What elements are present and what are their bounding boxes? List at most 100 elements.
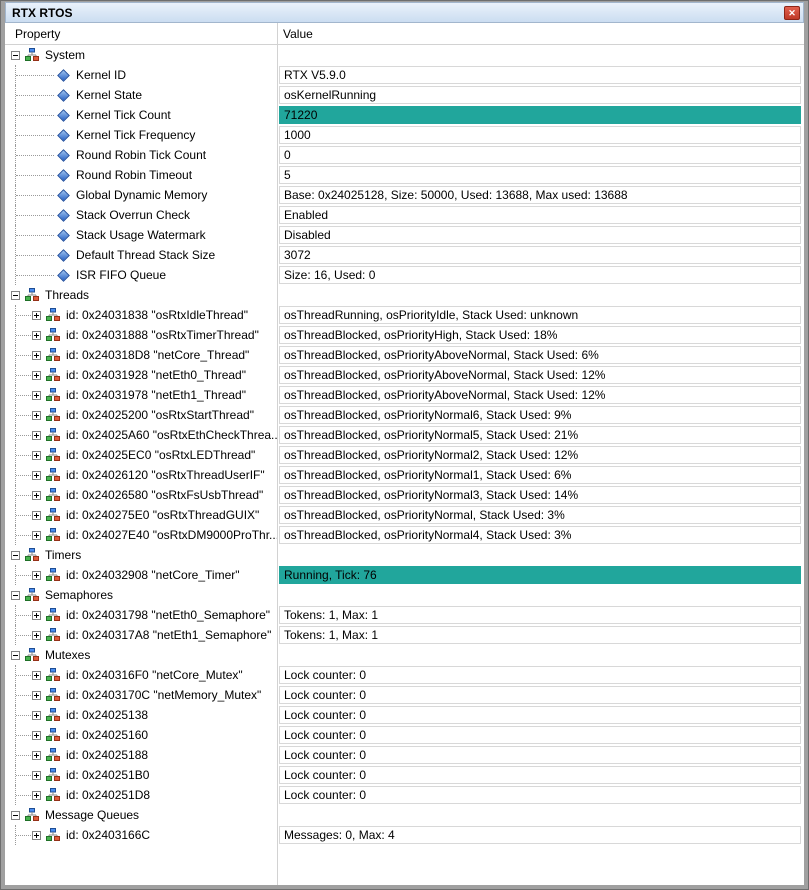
property-cell: id: 0x24025188 bbox=[5, 745, 277, 765]
value-cell-wrap: Lock counter: 0 bbox=[277, 785, 804, 805]
tree-row[interactable]: id: 0x24025138 Lock counter: 0 bbox=[5, 705, 804, 725]
property-label: id: 0x24026120 "osRtxThreadUserIF" bbox=[66, 468, 265, 482]
expand-plus-icon[interactable] bbox=[32, 770, 41, 780]
tree-row[interactable]: id: 0x24026580 "osRtxFsUsbThread" osThre… bbox=[5, 485, 804, 505]
tree-row[interactable]: Stack Usage Watermark Disabled bbox=[5, 225, 804, 245]
tree-row[interactable]: id: 0x24025200 "osRtxStartThread" osThre… bbox=[5, 405, 804, 425]
tree-row[interactable]: id: 0x2403166C Messages: 0, Max: 4 bbox=[5, 825, 804, 845]
expand-plus-icon[interactable] bbox=[32, 430, 41, 440]
tree-row[interactable]: Round Robin Tick Count 0 bbox=[5, 145, 804, 165]
tree-row[interactable]: id: 0x240316F0 "netCore_Mutex" Lock coun… bbox=[5, 665, 804, 685]
tree-row[interactable]: id: 0x2403170C "netMemory_Mutex" Lock co… bbox=[5, 685, 804, 705]
expand-plus-icon[interactable] bbox=[32, 370, 41, 380]
expand-plus-icon[interactable] bbox=[32, 630, 41, 640]
tree-row[interactable]: Threads bbox=[5, 285, 804, 305]
expand-plus-icon[interactable] bbox=[32, 610, 41, 620]
tree-row[interactable]: id: 0x24031838 "osRtxIdleThread" osThrea… bbox=[5, 305, 804, 325]
tree-row[interactable]: id: 0x24027E40 "osRtxDM9000ProThr..." os… bbox=[5, 525, 804, 545]
module-icon bbox=[46, 688, 60, 702]
tree-row[interactable]: id: 0x24031978 "netEth1_Thread" osThread… bbox=[5, 385, 804, 405]
tree-connector bbox=[16, 835, 31, 836]
module-icon bbox=[46, 388, 60, 402]
value-text: Lock counter: 0 bbox=[284, 748, 367, 762]
window-titlebar[interactable]: RTX RTOS ✕ bbox=[5, 2, 804, 23]
expand-plus-icon[interactable] bbox=[32, 350, 41, 360]
column-header-property[interactable]: Property bbox=[5, 27, 277, 41]
value-cell-wrap: osThreadBlocked, osPriorityNormal2, Stac… bbox=[277, 445, 804, 465]
value-text: osThreadBlocked, osPriorityAboveNormal, … bbox=[284, 388, 606, 402]
close-button[interactable]: ✕ bbox=[784, 6, 800, 20]
property-diamond-icon bbox=[56, 208, 70, 222]
expand-plus-icon[interactable] bbox=[32, 530, 41, 540]
tree-row[interactable]: Kernel State osKernelRunning bbox=[5, 85, 804, 105]
value-cell-wrap: 1000 bbox=[277, 125, 804, 145]
property-diamond-icon bbox=[56, 268, 70, 282]
expand-plus-icon[interactable] bbox=[32, 710, 41, 720]
tree-row[interactable]: Global Dynamic Memory Base: 0x24025128, … bbox=[5, 185, 804, 205]
expand-plus-icon[interactable] bbox=[32, 570, 41, 580]
tree-row[interactable]: Message Queues bbox=[5, 805, 804, 825]
tree-row[interactable]: id: 0x24025A60 "osRtxEthCheckThrea..." o… bbox=[5, 425, 804, 445]
expand-minus-icon[interactable] bbox=[11, 290, 20, 300]
tree-row[interactable]: System bbox=[5, 45, 804, 65]
expand-minus-icon[interactable] bbox=[11, 550, 20, 560]
expand-plus-icon[interactable] bbox=[32, 670, 41, 680]
expand-plus-icon[interactable] bbox=[32, 690, 41, 700]
module-icon bbox=[46, 728, 60, 742]
property-label: id: 0x240275E0 "osRtxThreadGUIX" bbox=[66, 508, 260, 522]
tree-row[interactable]: Kernel ID RTX V5.9.0 bbox=[5, 65, 804, 85]
tree-row[interactable]: id: 0x24031798 "netEth0_Semaphore" Token… bbox=[5, 605, 804, 625]
tree-row[interactable]: id: 0x240317A8 "netEth1_Semaphore" Token… bbox=[5, 625, 804, 645]
expand-plus-icon[interactable] bbox=[32, 330, 41, 340]
tree-row[interactable]: id: 0x24025188 Lock counter: 0 bbox=[5, 745, 804, 765]
column-resize-divider[interactable] bbox=[277, 23, 278, 885]
property-cell: Kernel Tick Count bbox=[5, 105, 277, 125]
property-label: Message Queues bbox=[45, 808, 140, 822]
expand-minus-icon[interactable] bbox=[11, 810, 20, 820]
tree-row[interactable]: id: 0x24031928 "netEth0_Thread" osThread… bbox=[5, 365, 804, 385]
expand-minus-icon[interactable] bbox=[11, 590, 20, 600]
value-text: 5 bbox=[284, 168, 291, 182]
tree-connector bbox=[16, 95, 54, 96]
rtx-rtos-window: RTX RTOS ✕ Property Value System Kernel … bbox=[0, 0, 809, 890]
expand-plus-icon[interactable] bbox=[32, 750, 41, 760]
expand-minus-icon[interactable] bbox=[11, 50, 20, 60]
expand-plus-icon[interactable] bbox=[32, 310, 41, 320]
tree-row[interactable]: id: 0x240275E0 "osRtxThreadGUIX" osThrea… bbox=[5, 505, 804, 525]
expand-plus-icon[interactable] bbox=[32, 790, 41, 800]
tree-row[interactable]: id: 0x24032908 "netCore_Timer" Running, … bbox=[5, 565, 804, 585]
value-text: Base: 0x24025128, Size: 50000, Used: 136… bbox=[284, 188, 628, 202]
tree-row[interactable]: Round Robin Timeout 5 bbox=[5, 165, 804, 185]
expand-plus-icon[interactable] bbox=[32, 450, 41, 460]
tree-row[interactable]: id: 0x24026120 "osRtxThreadUserIF" osThr… bbox=[5, 465, 804, 485]
tree-row[interactable]: Kernel Tick Count 71220 bbox=[5, 105, 804, 125]
tree-row[interactable]: id: 0x24025EC0 "osRtxLEDThread" osThread… bbox=[5, 445, 804, 465]
tree-row[interactable]: ISR FIFO Queue Size: 16, Used: 0 bbox=[5, 265, 804, 285]
module-icon bbox=[46, 308, 60, 322]
module-icon bbox=[25, 548, 39, 562]
tree-row[interactable]: id: 0x24031888 "osRtxTimerThread" osThre… bbox=[5, 325, 804, 345]
expand-plus-icon[interactable] bbox=[32, 410, 41, 420]
tree-row[interactable]: id: 0x240318D8 "netCore_Thread" osThread… bbox=[5, 345, 804, 365]
expand-minus-icon[interactable] bbox=[11, 650, 20, 660]
expand-plus-icon[interactable] bbox=[32, 470, 41, 480]
tree-row[interactable]: Stack Overrun Check Enabled bbox=[5, 205, 804, 225]
tree-row[interactable]: id: 0x24025160 Lock counter: 0 bbox=[5, 725, 804, 745]
tree-row[interactable]: Mutexes bbox=[5, 645, 804, 665]
tree-row[interactable]: Kernel Tick Frequency 1000 bbox=[5, 125, 804, 145]
column-header-value[interactable]: Value bbox=[277, 27, 804, 41]
tree-row[interactable]: id: 0x240251D8 Lock counter: 0 bbox=[5, 785, 804, 805]
tree-row[interactable]: Semaphores bbox=[5, 585, 804, 605]
tree-row[interactable]: Timers bbox=[5, 545, 804, 565]
expand-plus-icon[interactable] bbox=[32, 730, 41, 740]
tree-row[interactable]: Default Thread Stack Size 3072 bbox=[5, 245, 804, 265]
expand-plus-icon[interactable] bbox=[32, 390, 41, 400]
tree-row[interactable]: id: 0x240251B0 Lock counter: 0 bbox=[5, 765, 804, 785]
module-icon bbox=[25, 648, 39, 662]
expand-plus-icon[interactable] bbox=[32, 830, 41, 840]
tree-connector bbox=[16, 775, 31, 776]
tree-connector bbox=[16, 735, 31, 736]
expand-plus-icon[interactable] bbox=[32, 490, 41, 500]
module-icon bbox=[46, 668, 60, 682]
expand-plus-icon[interactable] bbox=[32, 510, 41, 520]
